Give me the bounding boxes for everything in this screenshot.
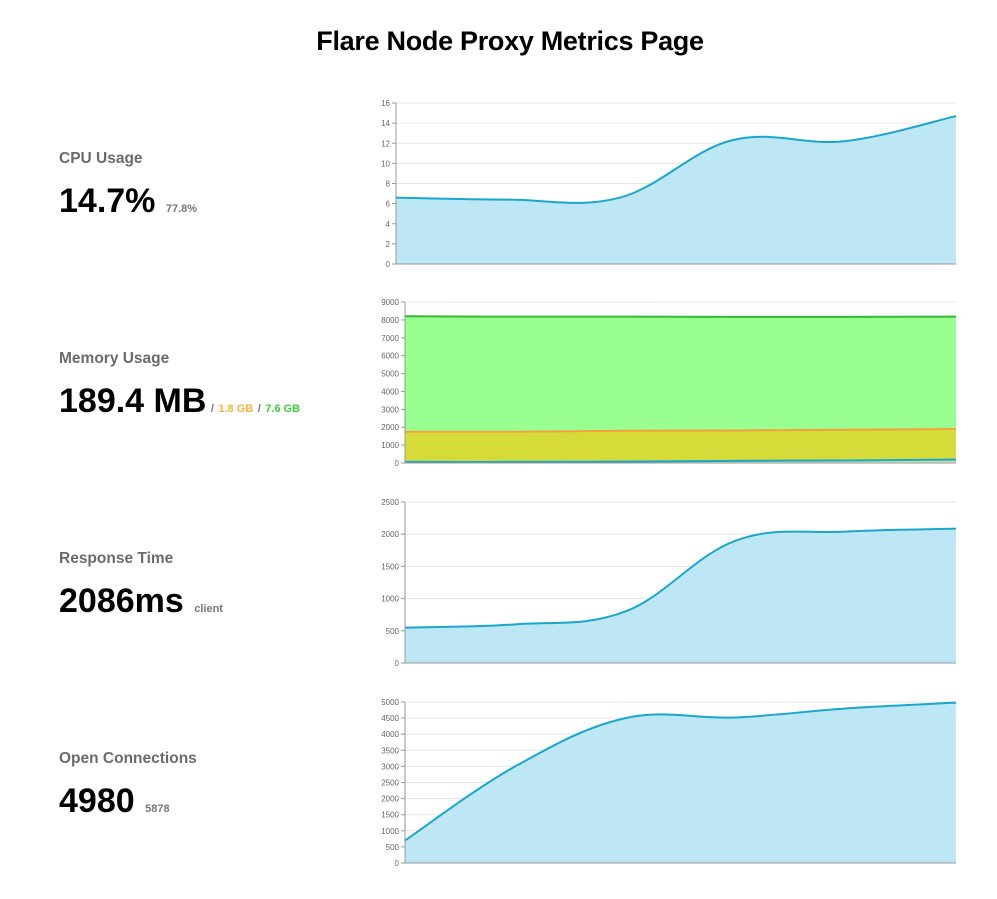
- y-tick-label: 8000: [381, 316, 399, 325]
- response-time-chart: 0 500 1000 1500 2000 2500: [381, 498, 957, 668]
- page-title: Flare Node Proxy Metrics Page: [316, 26, 704, 56]
- cpu-usage-chart: 0 2 4 6 8 10 12 14 16: [381, 99, 957, 269]
- y-tick-label: 4500: [381, 714, 399, 723]
- memory-series-1-area: [405, 429, 956, 463]
- y-tick-label: 2500: [381, 779, 399, 788]
- memory-separator: /: [257, 403, 261, 415]
- y-tick-label: 5000: [381, 698, 399, 707]
- metric-response-time: Response Time 2086ms client: [59, 550, 359, 621]
- y-tick-label: 4000: [381, 730, 399, 739]
- memory-usage-label: Memory Usage: [59, 350, 170, 367]
- open-connections-value: 4980: [59, 782, 135, 820]
- cpu-usage-sub: 77.8%: [165, 203, 198, 215]
- y-tick-label: 2000: [381, 530, 399, 539]
- y-tick-label: 2000: [381, 423, 399, 432]
- open-connections-sub: 5878: [145, 803, 170, 815]
- metric-cpu: CPU Usage 14.7% 77.8%: [59, 150, 359, 221]
- cpu-usage-label: CPU Usage: [59, 150, 143, 167]
- y-tick-label: 3000: [381, 762, 399, 771]
- cpu-usage-value: 14.7%: [59, 182, 156, 220]
- y-tick-label: 9000: [381, 298, 399, 307]
- cpu-series-0-area: [396, 116, 956, 264]
- y-tick-label: 3500: [381, 746, 399, 755]
- memory-usage-chart: 0 1000 2000 3000 4000 5000 6000 7000 8000 9000: [381, 298, 957, 468]
- y-tick-label: 2500: [381, 498, 399, 507]
- open-connections-label: Open Connections: [59, 750, 197, 767]
- y-tick-label: 2000: [381, 795, 399, 804]
- y-tick-label: 500: [386, 627, 400, 636]
- y-tick-label: 6: [386, 200, 391, 209]
- y-tick-label: 0: [395, 659, 400, 668]
- y-tick-label: 1000: [381, 441, 399, 450]
- y-tick-label: 12: [381, 139, 390, 148]
- y-tick-label: 2: [386, 240, 391, 249]
- y-tick-label: 4000: [381, 387, 399, 396]
- y-tick-label: 10: [381, 159, 390, 168]
- memory-series-0-line: [404, 315, 957, 318]
- y-tick-label: 4: [386, 220, 391, 229]
- y-tick-label: 500: [386, 843, 400, 852]
- y-tick-label: 1500: [381, 811, 399, 820]
- y-tick-label: 0: [386, 260, 391, 269]
- y-tick-label: 6000: [381, 352, 399, 361]
- memory-usage-value: 189.4 MB: [59, 382, 207, 420]
- open-connections-chart: 0 500 1000 1500 2000 2500 3000 3500 4000 4500 5000: [381, 698, 957, 868]
- memory-separator: /: [210, 403, 214, 415]
- response-time-value: 2086ms: [59, 582, 184, 620]
- y-tick-label: 0: [395, 459, 400, 468]
- y-tick-label: 3000: [381, 405, 399, 414]
- metric-memory: Memory Usage 189.4 MB / 1.8 GB / 7.6 GB: [59, 350, 359, 421]
- y-tick-label: 14: [381, 119, 390, 128]
- metric-open-connections: Open Connections 4980 5878: [59, 750, 359, 821]
- y-tick-label: 16: [381, 99, 390, 108]
- response-time-sub: client: [194, 603, 223, 615]
- memory-system-total: 7.6 GB: [265, 403, 301, 415]
- y-tick-label: 1000: [381, 827, 399, 836]
- y-tick-label: 1000: [381, 595, 399, 604]
- y-tick-label: 7000: [381, 334, 399, 343]
- response-time-series-0-area: [405, 528, 956, 663]
- y-tick-label: 1500: [381, 562, 399, 571]
- y-tick-label: 5000: [381, 370, 399, 379]
- memory-system-used: 1.8 GB: [218, 403, 254, 415]
- y-tick-label: 0: [395, 859, 400, 868]
- response-time-label: Response Time: [59, 550, 174, 567]
- y-tick-label: 8: [386, 180, 391, 189]
